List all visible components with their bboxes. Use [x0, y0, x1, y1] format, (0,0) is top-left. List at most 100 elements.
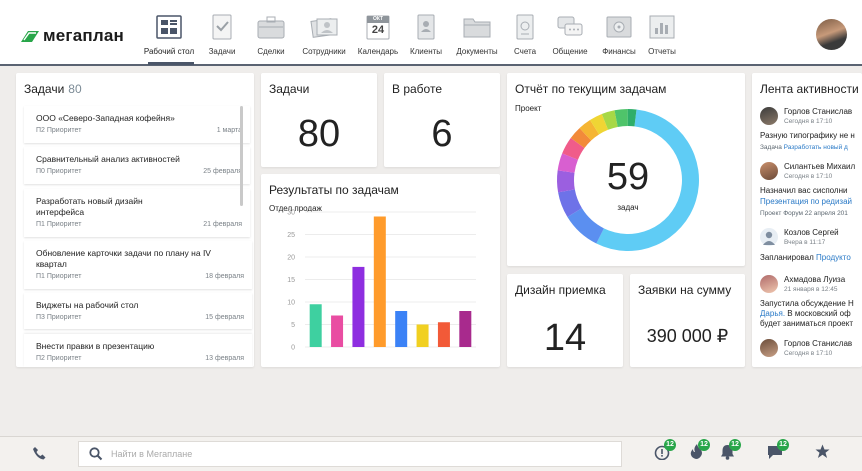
feed-author: Горлов Станислав: [784, 339, 853, 348]
avatar: [760, 107, 778, 125]
donut-center-label: задач: [617, 203, 639, 212]
chat-icon: [555, 12, 585, 42]
task-date: 15 февраля: [205, 314, 244, 321]
feed-item[interactable]: Козлов Сергей Вчера в 11:17 Запланировал…: [760, 228, 862, 264]
nav-item-tasks[interactable]: Задачи: [198, 12, 246, 56]
bar: [459, 311, 472, 347]
nav-item-bills[interactable]: Счета: [506, 12, 544, 56]
nav-item-clients[interactable]: Клиенты: [404, 12, 448, 56]
widget-value: 390 000 ₽: [646, 326, 729, 346]
phone-icon[interactable]: [32, 446, 46, 465]
task-item[interactable]: ООО «Северо-Западная кофейня» П2 Приорит…: [24, 106, 250, 143]
y-tick-label: 5: [291, 322, 295, 329]
avatar: [760, 162, 778, 180]
nav-label: Документы: [456, 47, 498, 56]
feed-item[interactable]: Горлов Станислав Сегодня в 17:10: [760, 339, 862, 363]
tasks-list-title: Задачи: [24, 82, 65, 96]
task-priority: П1 Приоритет: [36, 273, 82, 280]
task-date: 1 марта: [216, 127, 242, 134]
nav-label: Рабочий стол: [143, 47, 195, 56]
tasks-list-scrollbar[interactable]: [240, 106, 243, 206]
task-date: 21 февраля: [203, 221, 242, 228]
nav-item-finance[interactable]: Финансы: [596, 12, 642, 56]
checklist-icon: [207, 12, 237, 42]
feed-link[interactable]: Презентация по редизай: [760, 197, 852, 207]
feed-item[interactable]: Силантьев Михаил Сегодня в 17:10 Назначи…: [760, 162, 862, 217]
y-tick-label: 25: [287, 232, 295, 239]
avatar: [760, 275, 778, 293]
nav-item-comm[interactable]: Общение: [544, 12, 596, 56]
results-chart-panel[interactable]: Результаты по задачам Отдел продаж 0 5 10 1…: [261, 174, 500, 367]
report-chart-panel[interactable]: Отчёт по текущим задачам Проект 59 задач: [507, 73, 745, 266]
logo-text: мегаплан: [43, 26, 124, 45]
widget-sum[interactable]: Заявки на сумму 390 000 ₽: [630, 274, 745, 367]
nav-item-staff[interactable]: Сотрудники: [296, 12, 352, 56]
task-item[interactable]: Внести правки в презентацию П2 Приоритет…: [24, 334, 252, 367]
feed-item[interactable]: Горлов Станислав Сегодня в 17:10 Разную …: [760, 107, 862, 151]
star-icon[interactable]: [815, 444, 830, 464]
feed-text-line2: Дарья. В московский оф: [760, 309, 851, 319]
task-priority: П2 Приоритет: [36, 127, 82, 134]
task-priority: П3 Приоритет: [36, 314, 82, 321]
feed-text-continued: В московский оф: [787, 309, 851, 318]
tasks-list-header: Задачи 80: [24, 82, 82, 96]
feed-link[interactable]: Дарья.: [760, 309, 785, 318]
report-icon: [647, 12, 677, 42]
search-placeholder: Найти в Мегаплане: [111, 449, 193, 459]
task-date: 25 февраля: [203, 168, 242, 175]
widget-tasks[interactable]: Задачи 80: [261, 73, 377, 167]
nav-label: Общение: [552, 47, 588, 56]
widget-title: Заявки на сумму: [638, 283, 732, 297]
user-avatar[interactable]: [816, 19, 847, 50]
safe-icon: [604, 12, 634, 42]
contacts-icon: [411, 12, 441, 42]
feed-link[interactable]: Разработать новый д: [784, 144, 848, 151]
logo[interactable]: мегаплан: [20, 26, 124, 46]
feed-time: Сегодня в 17:10: [784, 350, 833, 357]
nav-label: Отчеты: [648, 47, 676, 56]
widget-in-work[interactable]: В работе 6: [384, 73, 500, 167]
fire-badge: 12: [698, 439, 710, 451]
search-input[interactable]: Найти в Мегаплане: [78, 441, 622, 467]
task-item[interactable]: Виджеты на рабочий стол П3 Приоритет 15 ф…: [24, 293, 252, 329]
task-item[interactable]: Сравнительный анализ активностей П0 Прио…: [24, 147, 250, 184]
task-priority: П2 Приоритет: [36, 355, 82, 362]
nav-item-deals[interactable]: Сделки: [246, 12, 296, 56]
nav-item-reports[interactable]: Отчеты: [642, 12, 682, 56]
task-title: ООО «Северо-Западная кофейня»: [36, 113, 175, 123]
nav-item-calendar[interactable]: ОКТ 24 Календарь: [352, 12, 404, 56]
logo-mark-icon: [20, 29, 40, 43]
bar: [352, 266, 365, 347]
folder-icon: [462, 12, 492, 42]
top-navigation: мегаплан Рабочий стол Задачи Сделки Сотр…: [0, 0, 862, 66]
feed-link[interactable]: Продукто: [816, 253, 851, 262]
calendar-day: 24: [371, 24, 385, 36]
main-nav: Рабочий стол Задачи Сделки Сотрудники ОК…: [140, 12, 682, 56]
search-icon: [89, 447, 103, 466]
active-nav-indicator: [148, 62, 194, 65]
task-item[interactable]: Разработать новый дизайн интерфейса П1 П…: [24, 189, 250, 237]
task-date: 13 февраля: [205, 355, 244, 362]
y-tick-label: 20: [287, 255, 295, 262]
widget-title: Дизайн приемка: [515, 283, 606, 297]
nav-item-docs[interactable]: Документы: [448, 12, 506, 56]
nav-label: Счета: [513, 47, 537, 56]
bar: [437, 322, 450, 347]
task-title: Виджеты на рабочий стол: [36, 300, 139, 310]
widget-design[interactable]: Дизайн приемка 14: [507, 274, 623, 367]
task-title: Обновление карточки задачи по плану на I…: [36, 248, 211, 269]
notifications-badge: 12: [729, 439, 741, 451]
feed-time: 21 января в 12:45: [784, 286, 838, 293]
feed-time: Сегодня в 17:10: [784, 173, 833, 180]
y-tick-label: 10: [287, 300, 295, 307]
feed-sub-prefix: Задача: [760, 144, 782, 151]
task-title: Внести правки в презентацию: [36, 341, 155, 351]
feed-text: Запланировал Продукто: [760, 253, 851, 263]
feed-sub: Проект Форум 22 апреля 201: [760, 210, 848, 217]
nav-item-desk[interactable]: Рабочий стол: [140, 12, 198, 56]
desktop-icon: [154, 12, 184, 42]
task-item[interactable]: Обновление карточки задачи по плану на I…: [24, 241, 252, 289]
nav-label: Сотрудники: [302, 47, 346, 56]
y-tick-label: 15: [287, 277, 295, 284]
feed-item[interactable]: Ахмадова Луиза 21 января в 12:45 Запусти…: [760, 275, 862, 330]
